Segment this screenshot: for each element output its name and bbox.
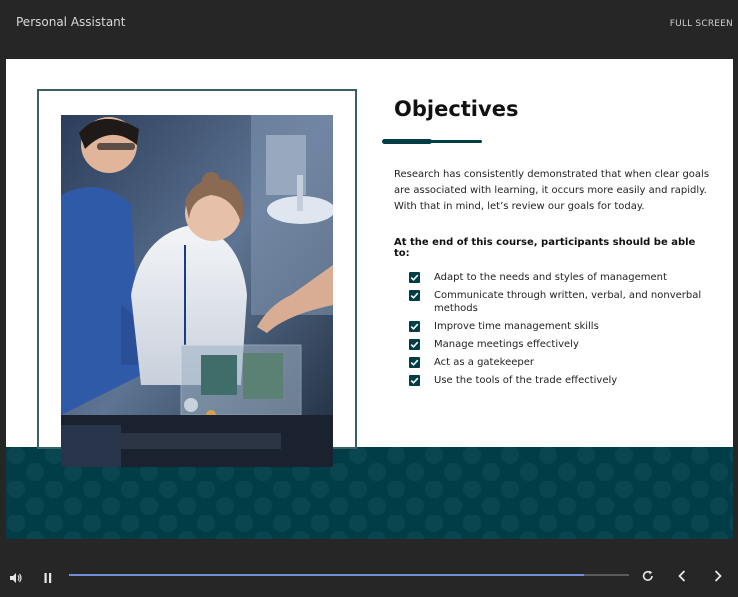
- app-title: Personal Assistant: [16, 15, 126, 29]
- previous-button[interactable]: [676, 568, 688, 587]
- objective-text: Adapt to the needs and styles of managem…: [434, 272, 667, 283]
- objective-item: Act as a gatekeeper: [409, 356, 709, 369]
- slide-heading: Objectives: [394, 97, 519, 121]
- slide-canvas: Objectives Research has consistently dem…: [6, 59, 733, 539]
- checkbox-checked-icon: [409, 357, 420, 368]
- objective-item: Use the tools of the trade effectively: [409, 374, 709, 387]
- objective-item: Manage meetings effectively: [409, 338, 709, 351]
- replay-icon: [642, 570, 653, 581]
- heading-underline-thin: [426, 140, 482, 143]
- objectives-lead: At the end of this course, participants …: [394, 237, 696, 259]
- objective-text: Use the tools of the trade effectively: [434, 375, 618, 386]
- next-button[interactable]: [712, 568, 724, 587]
- checkbox-checked-icon: [409, 290, 420, 301]
- lab-photo: [61, 115, 333, 467]
- objective-text: Act as a gatekeeper: [434, 357, 534, 368]
- objectives-list: Adapt to the needs and styles of managem…: [409, 271, 709, 392]
- objective-item: Improve time management skills: [409, 320, 709, 333]
- heading-underline: [382, 139, 432, 144]
- objective-text: Manage meetings effectively: [434, 339, 579, 350]
- volume-icon: [10, 573, 22, 583]
- replay-button[interactable]: [641, 568, 655, 587]
- pause-button[interactable]: [43, 569, 53, 588]
- top-bar: Personal Assistant FULL SCREEN: [0, 0, 738, 58]
- volume-button[interactable]: [9, 569, 23, 588]
- checkbox-checked-icon: [409, 321, 420, 332]
- next-icon: [714, 570, 722, 582]
- checkbox-checked-icon: [409, 339, 420, 350]
- objective-text: Communicate through written, verbal, and…: [434, 290, 702, 314]
- objective-text: Improve time management skills: [434, 321, 599, 332]
- checkbox-checked-icon: [409, 272, 420, 283]
- objective-item: Communicate through written, verbal, and…: [409, 289, 709, 315]
- checkbox-checked-icon: [409, 375, 420, 386]
- objective-item: Adapt to the needs and styles of managem…: [409, 271, 709, 284]
- pause-icon: [44, 573, 52, 583]
- fullscreen-button[interactable]: FULL SCREEN: [670, 19, 733, 29]
- player-bar: [0, 540, 738, 597]
- progress-fill: [69, 574, 585, 576]
- previous-icon: [678, 570, 686, 582]
- progress-track[interactable]: [69, 574, 629, 576]
- intro-paragraph: Research has consistently demonstrated t…: [394, 169, 710, 212]
